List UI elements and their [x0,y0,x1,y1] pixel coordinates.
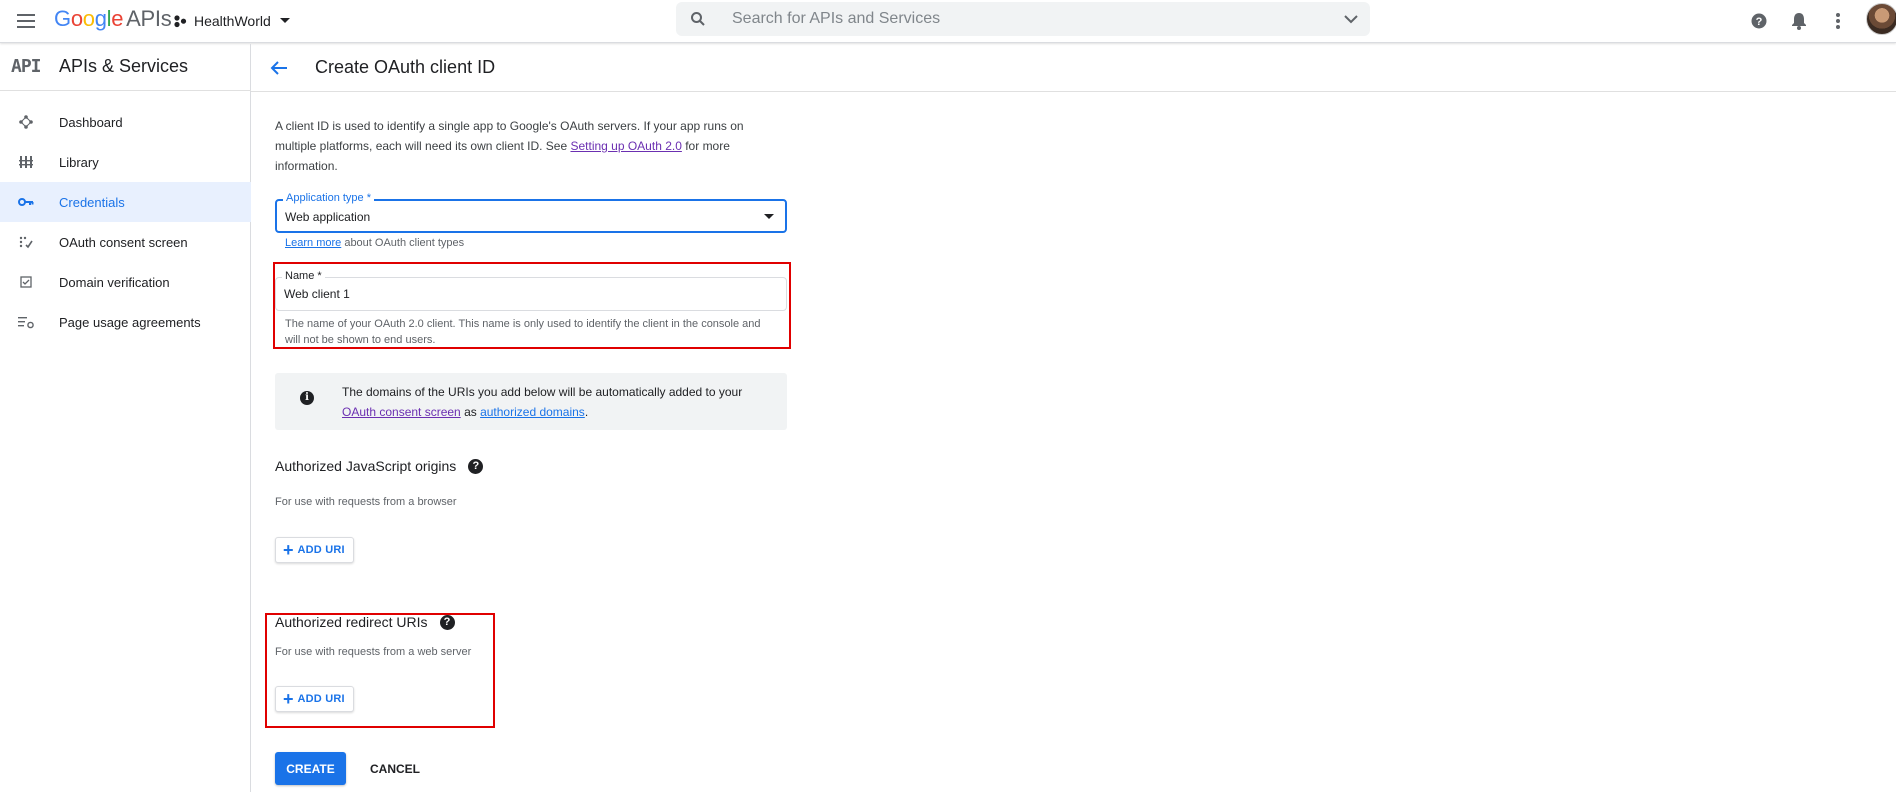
name-input[interactable] [284,284,774,304]
sidebar-item-oauth-consent-screen[interactable]: OAuth consent screen [0,222,251,262]
settings-list-icon [18,314,34,330]
svg-text:?: ? [1756,16,1763,28]
search-icon [691,12,705,26]
cancel-button[interactable]: CANCEL [364,752,426,785]
sidebar-header: API APIs & Services [0,44,251,91]
info-text-part: . [584,405,589,419]
redirect-uris-subtitle: For use with requests from a web server [275,646,472,658]
learn-more-text: Learn more about OAuth client types [285,237,464,249]
sidebar-item-label: Library [59,154,99,170]
info-icon: i [300,391,314,405]
google-apis-logo[interactable]: Google APIs [54,6,172,32]
chevron-down-icon [279,18,290,23]
project-name: HealthWorld [194,13,271,29]
js-origins-title-text: Authorized JavaScript origins [275,458,457,474]
info-banner: i The domains of the URIs you add below … [275,373,787,430]
sidebar-item-label: OAuth consent screen [59,234,188,250]
learn-more-link[interactable]: Learn more [285,237,341,249]
google-wordmark-letter: o [70,6,83,31]
sidebar-item-credentials[interactable]: Credentials [0,182,251,222]
setting-up-oauth-link[interactable]: Setting up OAuth 2.0 [570,139,681,153]
back-arrow-icon[interactable] [267,56,291,80]
js-origins-subtitle: For use with requests from a browser [275,496,457,508]
redirect-uris-title-text: Authorized redirect URIs [275,614,428,630]
create-button[interactable]: CREATE [275,752,346,785]
more-options-icon[interactable] [1826,9,1850,33]
sidebar-item-label: Domain verification [59,274,170,290]
dashboard-icon [18,114,34,130]
apis-wordmark: APIs [126,6,172,31]
library-icon [18,154,34,170]
search-expand-icon[interactable] [1342,10,1360,28]
sidebar-item-library[interactable]: Library [0,142,251,182]
notifications-icon[interactable] [1787,9,1811,33]
redirect-uris-title: Authorized redirect URIs ? [275,614,455,630]
sidebar-item-label: Dashboard [59,114,123,130]
key-icon [18,194,34,210]
plus-icon: + [283,540,294,560]
project-icon [174,15,187,28]
page-header: Create OAuth client ID [251,44,1896,92]
application-type-label: Application type * [283,192,374,204]
top-bar: GoogleAPIs HealthWorld ? [0,0,1896,43]
name-label: Name * [282,270,325,282]
name-field[interactable]: Name * [275,270,787,311]
oauth-consent-screen-link[interactable]: OAuth consent screen [342,405,461,419]
info-text-part: as [460,405,481,419]
js-origins-title: Authorized JavaScript origins ? [275,458,484,474]
help-icon[interactable]: ? [1747,9,1771,33]
info-text-part: The domains of the URIs you add below wi… [342,385,743,399]
dropdown-caret-icon [764,214,774,219]
page-title: Create OAuth client ID [315,57,496,77]
plus-icon: + [283,689,294,709]
sidebar-item-dashboard[interactable]: Dashboard [0,102,251,142]
authorized-domains-link[interactable]: authorized domains [480,405,585,419]
sidebar-item-label: Page usage agreements [59,314,201,330]
sidebar-nav: Dashboard Library Credentials OAuth cons… [0,102,251,342]
search-input[interactable] [732,2,1292,36]
intro-text: A client ID is used to identify a single… [275,116,787,176]
name-help-text: The name of your OAuth 2.0 client. This … [285,318,761,346]
google-wordmark: Google [54,6,123,31]
sidebar-item-label: Credentials [59,194,125,210]
api-logo: API [11,56,41,77]
help-circle-icon[interactable]: ? [468,458,484,474]
add-uri-label: ADD URI [297,693,345,705]
google-wordmark-letter: o [82,6,95,31]
add-uri-label: ADD URI [297,544,345,556]
google-wordmark-letter: g [94,6,107,31]
search-bar[interactable] [676,2,1370,36]
add-redirect-uri-button[interactable]: + ADD URI [275,686,354,712]
google-wordmark-letter: G [54,6,71,31]
add-js-origin-uri-button[interactable]: + ADD URI [275,537,354,563]
account-avatar[interactable] [1866,3,1896,35]
sidebar-item-page-usage-agreements[interactable]: Page usage agreements [0,302,251,342]
sidebar-item-domain-verification[interactable]: Domain verification [0,262,251,302]
main-menu-icon[interactable] [14,9,38,33]
sidebar-title: APIs & Services [59,56,189,76]
learn-more-suffix: about OAuth client types [341,237,465,249]
help-circle-icon[interactable]: ? [439,614,455,630]
sidebar: API APIs & Services Dashboard Library Cr… [0,44,251,792]
checkbox-icon [18,274,34,290]
application-type-select[interactable]: Application type * Web application [275,192,787,233]
info-text: The domains of the URIs you add below wi… [342,382,772,422]
google-wordmark-letter: e [111,6,124,31]
project-selector[interactable]: HealthWorld [173,8,292,34]
consent-icon [18,234,34,250]
application-type-value: Web application [285,210,371,224]
